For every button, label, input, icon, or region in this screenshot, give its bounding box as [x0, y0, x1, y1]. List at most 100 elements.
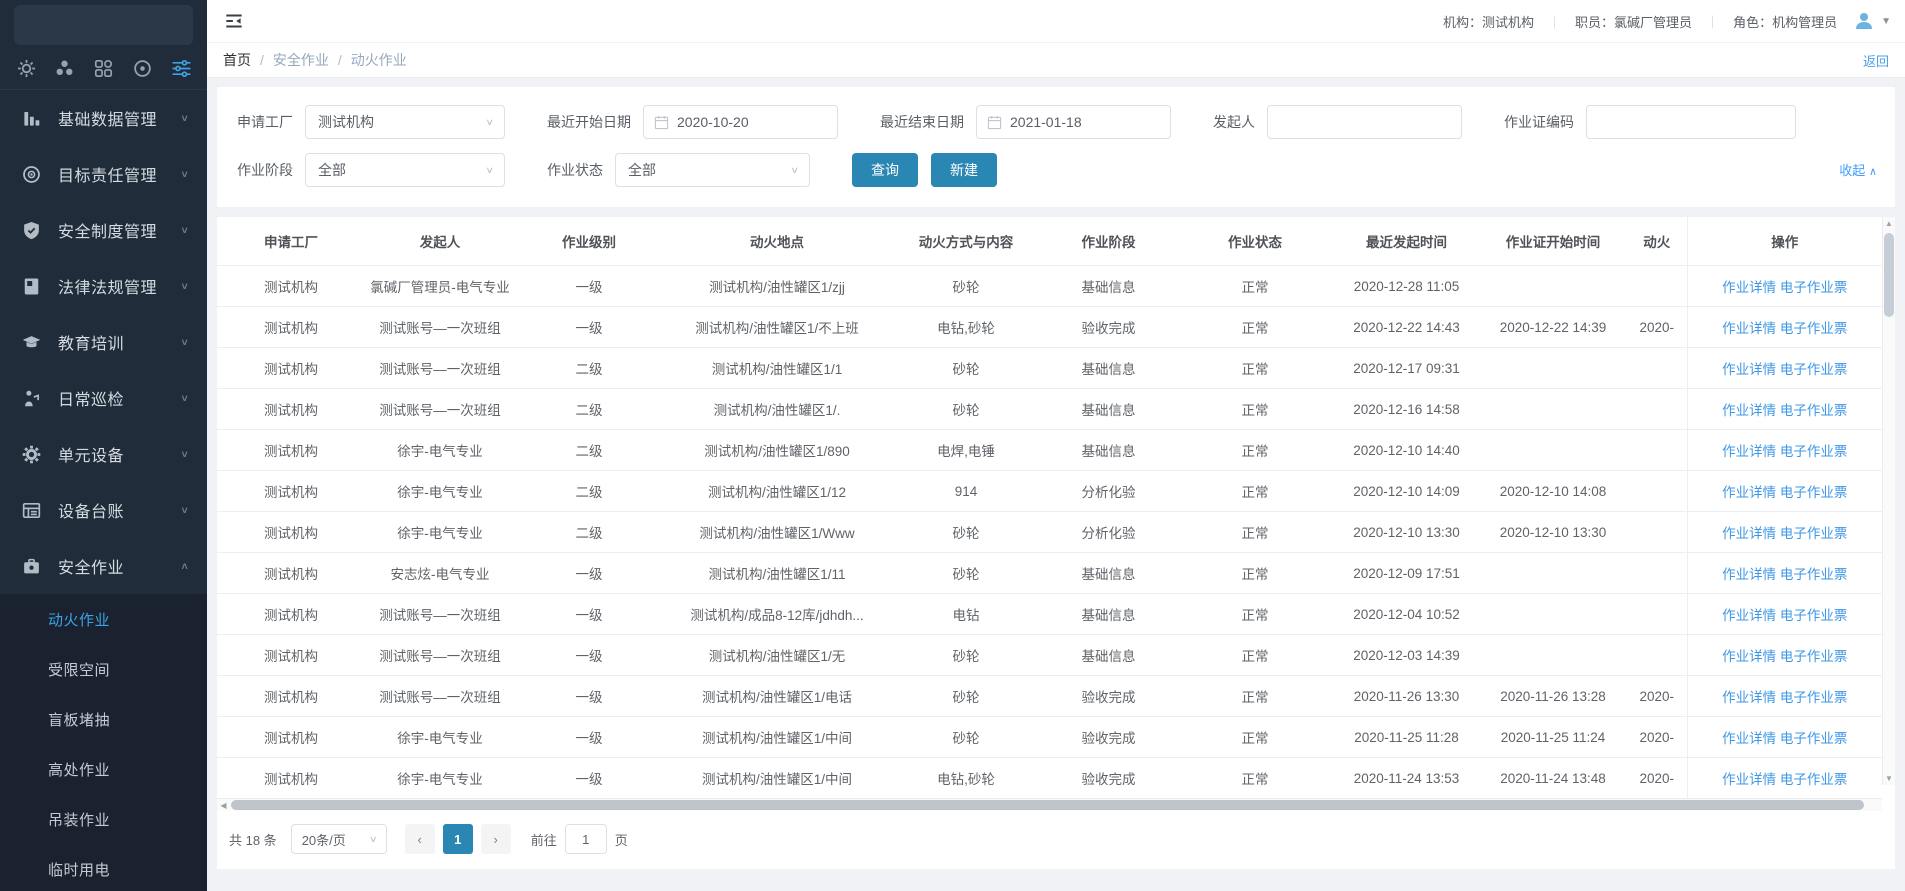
sidebar-item[interactable]: 安全作业 ∧ — [0, 538, 207, 594]
sidebar-subitem[interactable]: 动火作业 — [0, 594, 207, 644]
e-ticket-link[interactable]: 电子作业票 — [1780, 567, 1848, 582]
job-detail-link[interactable]: 作业详情 — [1722, 403, 1776, 418]
sidebar-item[interactable]: 日常巡检 ∨ — [0, 370, 207, 426]
sidebar-subitem[interactable]: 受限空间 — [0, 644, 207, 694]
collapse-filters-link[interactable]: 收起 ∧ — [1839, 160, 1877, 179]
radar-icon[interactable] — [130, 56, 154, 80]
sidebar-subitem[interactable]: 吊装作业 — [0, 794, 207, 844]
page-number-button[interactable]: 1 — [443, 824, 473, 854]
avatar[interactable] — [1853, 10, 1875, 32]
scroll-up-icon[interactable]: ▲ — [1883, 217, 1895, 230]
e-ticket-link[interactable]: 电子作业票 — [1780, 526, 1848, 541]
cell-cert-start — [1479, 266, 1627, 307]
sidebar-item[interactable]: 设备台账 ∨ — [0, 482, 207, 538]
e-ticket-link[interactable]: 电子作业票 — [1780, 321, 1848, 336]
cert-code-input[interactable] — [1586, 105, 1796, 139]
vertical-scrollbar[interactable]: ▲ ▼ — [1882, 217, 1895, 785]
scroll-left-icon[interactable]: ◀ — [217, 801, 230, 810]
goto-page-input[interactable] — [565, 824, 607, 854]
cell-truncated — [1627, 389, 1687, 430]
job-detail-link[interactable]: 作业详情 — [1722, 690, 1776, 705]
job-detail-link[interactable]: 作业详情 — [1722, 567, 1776, 582]
sidebar-item[interactable]: 安全制度管理 ∨ — [0, 202, 207, 258]
e-ticket-link[interactable]: 电子作业票 — [1780, 649, 1848, 664]
factory-label: 申请工厂 — [237, 112, 293, 132]
breadcrumb-item[interactable]: 安全作业 — [273, 50, 329, 70]
table-row: 测试机构 测试账号—一次班组 一级 测试机构/油性罐区1/电话 砂轮 验收完成 … — [217, 676, 1882, 717]
back-link[interactable]: 返回 — [1863, 51, 1889, 70]
sidebar-subitem[interactable]: 高处作业 — [0, 744, 207, 794]
cell-stage: 基础信息 — [1041, 553, 1176, 594]
collapse-sidebar-icon[interactable] — [223, 10, 245, 32]
job-detail-link[interactable]: 作业详情 — [1722, 649, 1776, 664]
chevron-down-icon: ∨ — [180, 168, 189, 179]
job-detail-link[interactable]: 作业详情 — [1722, 321, 1776, 336]
job-detail-link[interactable]: 作业详情 — [1722, 608, 1776, 623]
cell-factory: 测试机构 — [217, 717, 365, 758]
filter-panel: 申请工厂 测试机构 ∨ 最近开始日期 2020-10-20 — [217, 87, 1895, 207]
status-select[interactable]: 全部 ∨ — [615, 153, 810, 187]
e-ticket-link[interactable]: 电子作业票 — [1780, 444, 1848, 459]
sidebar-item[interactable]: 单元设备 ∨ — [0, 426, 207, 482]
next-page-button[interactable]: › — [481, 824, 511, 854]
e-ticket-link[interactable]: 电子作业票 — [1780, 280, 1848, 295]
e-ticket-link[interactable]: 电子作业票 — [1780, 608, 1848, 623]
e-ticket-link[interactable]: 电子作业票 — [1780, 403, 1848, 418]
user-info: 机构：测试机构 ｜ 职员：氯碱厂管理员 ｜ 角色：机构管理员 ▼ — [1443, 10, 1891, 32]
staff-label: 职员：氯碱厂管理员 — [1575, 12, 1692, 31]
page-size-select[interactable]: 20条/页 ∨ — [291, 824, 387, 854]
table-row: 测试机构 徐宇-电气专业 二级 测试机构/油性罐区1/Www 砂轮 分析化验 正… — [217, 512, 1882, 553]
cell-location: 测试机构/油性罐区1/不上班 — [663, 307, 891, 348]
job-detail-link[interactable]: 作业详情 — [1722, 731, 1776, 746]
e-ticket-link[interactable]: 电子作业票 — [1780, 731, 1848, 746]
initiator-input[interactable] — [1267, 105, 1462, 139]
job-detail-link[interactable]: 作业详情 — [1722, 526, 1776, 541]
sliders-icon[interactable] — [169, 56, 193, 80]
table-row: 测试机构 测试账号—一次班组 一级 测试机构/成品8-12库/jdhdh... … — [217, 594, 1882, 635]
start-date-input[interactable]: 2020-10-20 — [643, 105, 838, 139]
sidebar-item[interactable]: 法律法规管理 ∨ — [0, 258, 207, 314]
sidebar-item[interactable]: 目标责任管理 ∨ — [0, 146, 207, 202]
cell-status: 正常 — [1176, 635, 1334, 676]
job-detail-link[interactable]: 作业详情 — [1722, 485, 1776, 500]
sidebar-subitem[interactable]: 盲板堵抽 — [0, 694, 207, 744]
cell-latest-time: 2020-11-26 13:30 — [1334, 676, 1479, 717]
prev-page-button[interactable]: ‹ — [405, 824, 435, 854]
cell-initiator: 徐宇-电气专业 — [365, 758, 515, 799]
cell-cert-start: 2020-12-22 14:39 — [1479, 307, 1627, 348]
job-detail-link[interactable]: 作业详情 — [1722, 772, 1776, 787]
grid-icon[interactable] — [92, 56, 116, 80]
factory-select[interactable]: 测试机构 ∨ — [305, 105, 505, 139]
sidebar-item[interactable]: 基础数据管理 ∨ — [0, 90, 207, 146]
cell-location: 测试机构/油性罐区1/890 — [663, 430, 891, 471]
e-ticket-link[interactable]: 电子作业票 — [1780, 772, 1848, 787]
job-detail-link[interactable]: 作业详情 — [1722, 280, 1776, 295]
job-detail-link[interactable]: 作业详情 — [1722, 362, 1776, 377]
e-ticket-link[interactable]: 电子作业票 — [1780, 690, 1848, 705]
horizontal-scrollbar-thumb[interactable] — [231, 800, 1864, 810]
sidebar-item[interactable]: 教育培训 ∨ — [0, 314, 207, 370]
create-button[interactable]: 新建 — [931, 153, 997, 187]
end-date-input[interactable]: 2021-01-18 — [976, 105, 1171, 139]
cell-factory: 测试机构 — [217, 307, 365, 348]
job-detail-link[interactable]: 作业详情 — [1722, 444, 1776, 459]
e-ticket-link[interactable]: 电子作业票 — [1780, 362, 1848, 377]
cell-cert-start: 2020-12-10 13:30 — [1479, 512, 1627, 553]
cell-location: 测试机构/油性罐区1/中间 — [663, 717, 891, 758]
gear-icon[interactable] — [14, 56, 38, 80]
stage-select[interactable]: 全部 ∨ — [305, 153, 505, 187]
sidebar-subitem[interactable]: 临时用电 — [0, 844, 207, 891]
chevron-down-icon[interactable]: ▼ — [1881, 16, 1891, 27]
horizontal-scrollbar[interactable]: ◀ — [217, 798, 1882, 811]
breadcrumb-item[interactable]: 动火作业 — [351, 50, 407, 70]
e-ticket-link[interactable]: 电子作业票 — [1780, 485, 1848, 500]
fan-icon[interactable] — [53, 56, 77, 80]
breadcrumb-home[interactable]: 首页 — [223, 50, 251, 70]
chevron-down-icon: ∨ — [369, 834, 378, 845]
cell-stage: 基础信息 — [1041, 389, 1176, 430]
cell-location: 测试机构/成品8-12库/jdhdh... — [663, 594, 891, 635]
search-button[interactable]: 查询 — [852, 153, 918, 187]
scroll-down-icon[interactable]: ▼ — [1883, 772, 1895, 785]
cell-status: 正常 — [1176, 348, 1334, 389]
vertical-scrollbar-thumb[interactable] — [1884, 233, 1894, 317]
